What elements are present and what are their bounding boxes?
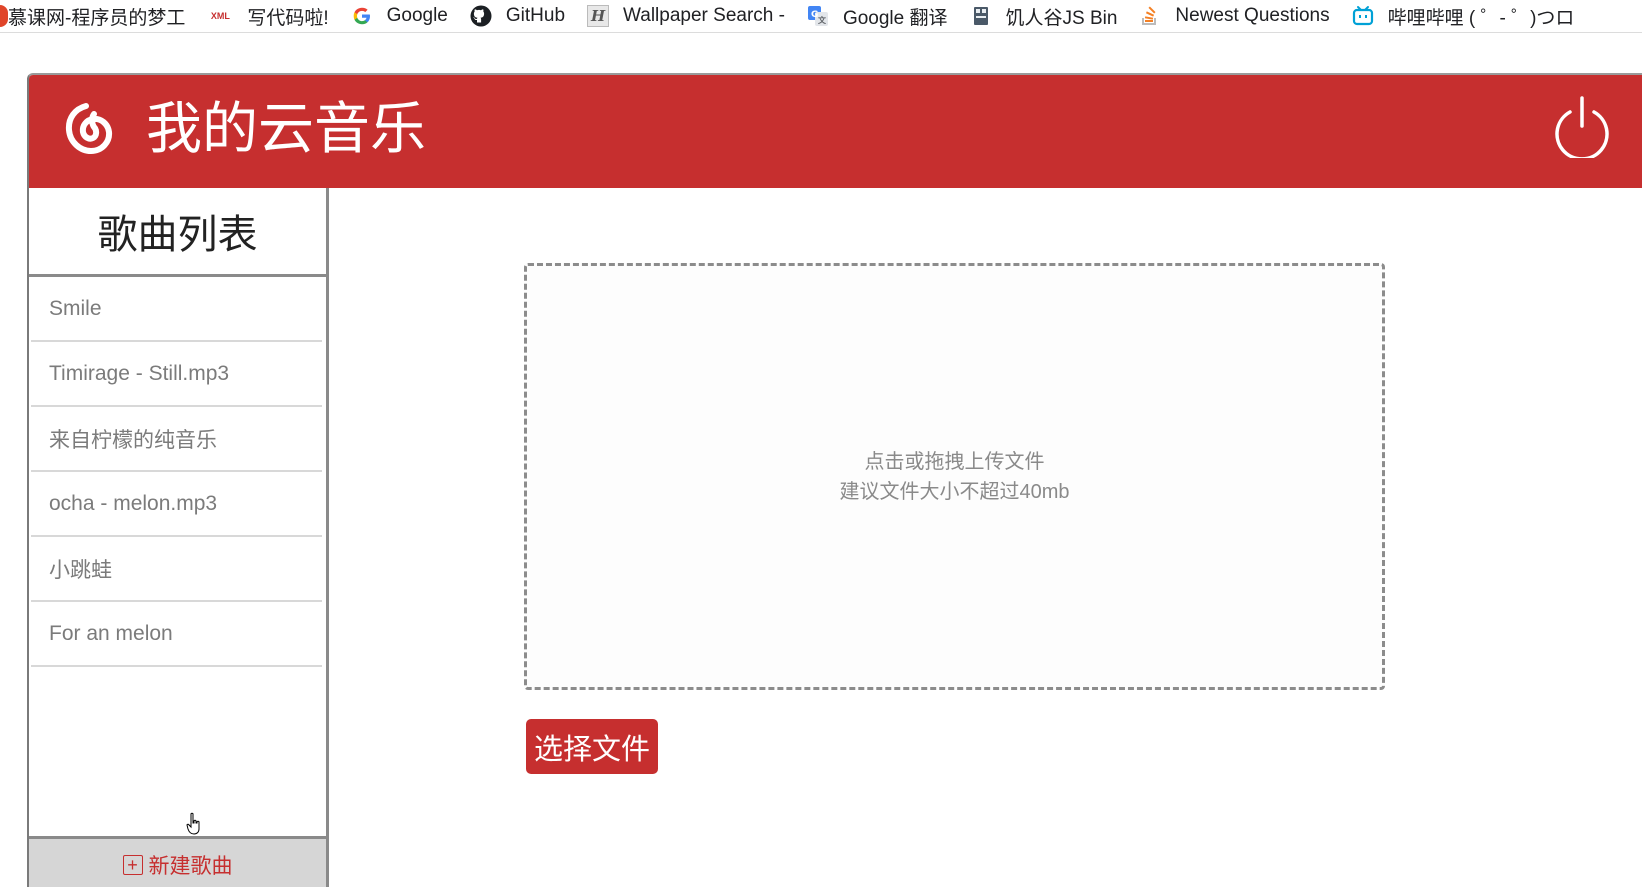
bookmark-jsbin[interactable]: 饥人谷JS Bin xyxy=(970,0,1140,32)
song-item[interactable]: Smile xyxy=(31,277,322,342)
bookmark-label: Google xyxy=(386,5,448,26)
google-translate-icon: G 文 xyxy=(807,5,829,27)
bookmark-label: 饥人谷JS Bin xyxy=(1005,7,1118,29)
google-icon xyxy=(351,5,373,27)
upload-hint-line2: 建议文件大小不超过40mb xyxy=(839,480,1070,503)
wallhaven-icon: H xyxy=(587,5,610,27)
bookmark-wallpaper[interactable]: H Wallpaper Search - xyxy=(587,0,807,32)
bookmark-label: Google 翻译 xyxy=(842,7,948,29)
song-sidebar: 歌曲列表 Smile Timirage - Still.mp3 来自柠檬的纯音乐… xyxy=(29,188,329,887)
sidebar-title: 歌曲列表 xyxy=(29,188,326,277)
song-item[interactable]: ocha - melon.mp3 xyxy=(31,472,322,537)
new-song-label: 新建歌曲 xyxy=(148,855,233,878)
bookmark-google-translate[interactable]: G 文 Google 翻译 xyxy=(807,0,970,32)
app-title: 我的云音乐 xyxy=(146,97,426,160)
plus-square-icon: + xyxy=(122,855,143,875)
bookmark-github[interactable]: GitHub xyxy=(470,0,587,32)
bookmark-bilibili[interactable]: 哔哩哔哩 ( ゜- ゜)つロ xyxy=(1352,0,1597,32)
bookmark-label: 写代码啦! xyxy=(247,7,329,29)
song-item[interactable]: 来自柠檬的纯音乐 xyxy=(31,407,322,472)
xml-icon: XML xyxy=(210,11,230,21)
bookmark-imooc[interactable]: 慕课网-程序员的梦工 xyxy=(8,0,207,32)
bookmark-xml[interactable]: XML 写代码啦! xyxy=(207,0,350,32)
app-header: 我的云音乐 xyxy=(29,75,1642,188)
jsbin-icon xyxy=(970,5,992,27)
bookmark-overflow-icon xyxy=(0,5,8,27)
song-item[interactable]: 小跳蛙 xyxy=(31,537,322,602)
choose-file-button[interactable]: 选择文件 xyxy=(526,719,658,774)
bookmark-label: 慕课网-程序员的梦工 xyxy=(8,7,186,29)
bookmark-label: Wallpaper Search - xyxy=(623,5,785,26)
song-list: Smile Timirage - Still.mp3 来自柠檬的纯音乐 ocha… xyxy=(29,277,326,667)
bookmark-label: Newest Questions xyxy=(1175,5,1330,26)
upload-dropzone[interactable]: 点击或拖拽上传文件 建议文件大小不超过40mb xyxy=(524,263,1385,690)
netease-music-logo-icon xyxy=(65,103,113,154)
bookmark-label: 哔哩哔哩 ( ゜- ゜)つロ xyxy=(1387,7,1575,29)
bookmark-label: GitHub xyxy=(505,5,566,26)
stackoverflow-icon xyxy=(1139,5,1161,27)
song-item[interactable]: For an melon xyxy=(31,602,322,667)
bookmarks-bar: 慕课网-程序员的梦工 XML 写代码啦! Google GitHub H Wal… xyxy=(0,0,1642,33)
bilibili-icon xyxy=(1352,5,1374,27)
github-icon xyxy=(470,5,492,27)
song-item[interactable]: Timirage - Still.mp3 xyxy=(31,342,322,407)
new-song-button[interactable]: + 新建歌曲 xyxy=(29,836,326,887)
bookmark-google[interactable]: Google xyxy=(351,0,470,32)
svg-text:文: 文 xyxy=(818,15,827,25)
power-icon[interactable] xyxy=(1553,96,1611,158)
bookmark-stackoverflow[interactable]: Newest Questions xyxy=(1139,0,1351,32)
upload-hint-line1: 点击或拖拽上传文件 xyxy=(864,450,1045,473)
